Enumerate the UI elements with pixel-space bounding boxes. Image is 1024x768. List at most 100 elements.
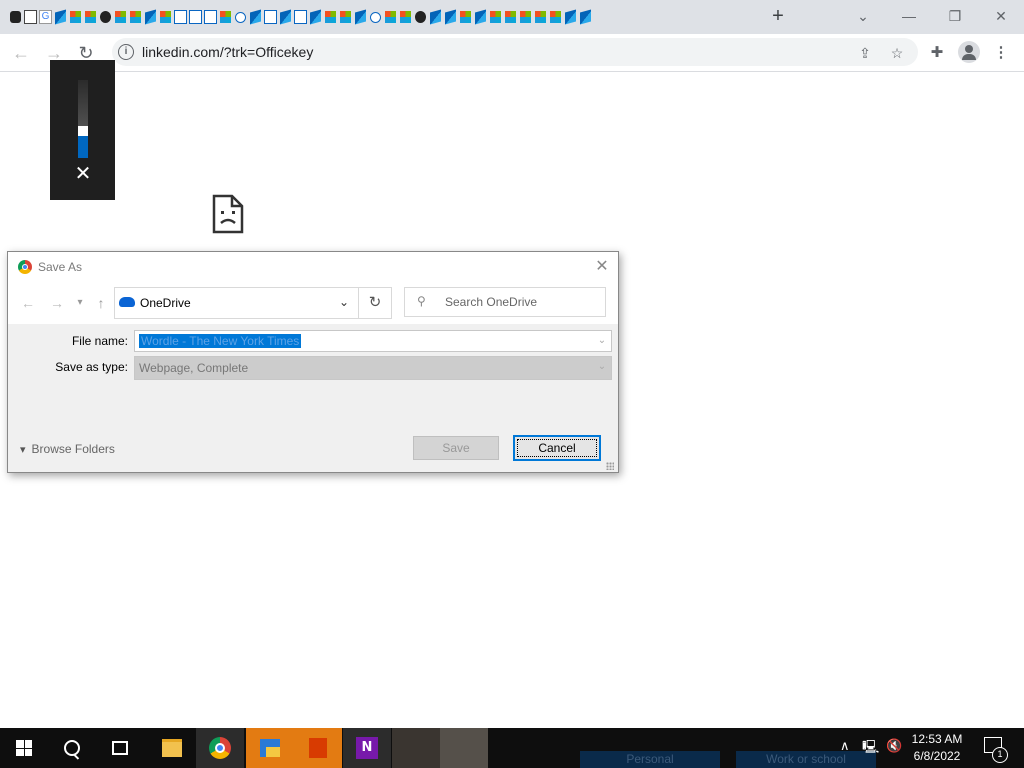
tab-favicon[interactable]: [563, 9, 578, 25]
profile-icon[interactable]: [958, 41, 980, 63]
tab-favicon[interactable]: [113, 9, 128, 25]
forward-arrow-icon[interactable]: →: [47, 293, 67, 313]
save-type-value[interactable]: Webpage, Complete: [139, 361, 248, 375]
tab-favicon[interactable]: [578, 9, 593, 25]
menu-icon[interactable]: ⋮: [990, 42, 1012, 64]
taskbar-window-thumb[interactable]: [392, 728, 440, 768]
share-icon[interactable]: ⇪: [854, 42, 876, 64]
tab-favicon[interactable]: [248, 9, 263, 25]
tab-favicon[interactable]: [23, 9, 38, 25]
volume-muted-icon[interactable]: 🔇: [886, 738, 902, 754]
cancel-button[interactable]: Cancel: [513, 435, 601, 461]
recent-locations-icon[interactable]: ▾: [70, 293, 90, 313]
clock[interactable]: 12:53 AM 6/8/2022: [905, 731, 969, 765]
tab-favicon[interactable]: [308, 9, 323, 25]
site-info-icon[interactable]: i: [118, 44, 134, 60]
tab-favicon[interactable]: [428, 9, 443, 25]
tab-favicon[interactable]: [98, 9, 113, 25]
tab-favicon[interactable]: [533, 9, 548, 25]
close-window-button[interactable]: ✕: [986, 4, 1016, 28]
refresh-icon[interactable]: ↻: [358, 287, 392, 319]
browse-folders-toggle[interactable]: ▾ Browse Folders: [20, 442, 115, 456]
tab-favicon[interactable]: [458, 9, 473, 25]
volume-thumb[interactable]: [78, 126, 88, 136]
tab-favicon[interactable]: [218, 9, 233, 25]
tab-favicon[interactable]: [128, 9, 143, 25]
minimize-button[interactable]: —: [894, 4, 924, 28]
tab-favicon[interactable]: [188, 9, 203, 25]
show-hidden-icons[interactable]: ∧: [840, 738, 850, 754]
sad-file-icon: [212, 194, 244, 234]
save-type-select[interactable]: Webpage, Complete ⌄: [134, 356, 612, 380]
volume-slider[interactable]: [78, 80, 88, 158]
extensions-icon[interactable]: ✚: [926, 42, 948, 64]
resize-grip[interactable]: [606, 462, 614, 470]
dialog-close-icon[interactable]: ✕: [592, 257, 612, 277]
tab-favicon[interactable]: [368, 9, 383, 25]
tab-favicon[interactable]: [443, 9, 458, 25]
cancel-button-label: Cancel: [517, 439, 597, 457]
task-view-button[interactable]: [96, 728, 144, 768]
tab-favicon[interactable]: [53, 9, 68, 25]
file-name-value[interactable]: Wordle - The New York Times: [139, 334, 302, 348]
chevron-down-icon[interactable]: ⌄: [334, 292, 354, 312]
tab-favicon[interactable]: [548, 9, 563, 25]
up-arrow-icon[interactable]: ↑: [91, 293, 111, 313]
restore-button[interactable]: ❐: [940, 4, 970, 28]
tab-favicon[interactable]: [203, 9, 218, 25]
location-bar[interactable]: OneDrive ⌄: [114, 287, 361, 319]
taskbar-search-button[interactable]: [48, 728, 96, 768]
tab-favicon[interactable]: [158, 9, 173, 25]
clock-date: 6/8/2022: [913, 749, 961, 763]
onenote-taskbar-button[interactable]: N: [343, 728, 391, 768]
tab-favicon[interactable]: [518, 9, 533, 25]
back-arrow-icon[interactable]: ←: [18, 293, 38, 313]
search-input[interactable]: ⚲ Search OneDrive: [404, 287, 606, 317]
taskbar-window-thumb[interactable]: [440, 728, 488, 768]
tab-favicon[interactable]: [8, 9, 23, 25]
tab-favicon[interactable]: [83, 9, 98, 25]
close-icon[interactable]: ✕: [74, 164, 92, 184]
tab-favicon[interactable]: [488, 9, 503, 25]
volume-flyout: ✕: [50, 60, 115, 200]
onedrive-taskbar-button[interactable]: [246, 728, 294, 768]
tab-favicon[interactable]: [323, 9, 338, 25]
tab-favicon[interactable]: G: [38, 9, 53, 25]
url-text[interactable]: linkedin.com/?trk=Officekey: [142, 44, 313, 60]
chevron-down-icon[interactable]: ⌄: [595, 333, 609, 349]
clock-time: 12:53 AM: [911, 732, 963, 746]
tab-favicon[interactable]: [503, 9, 518, 25]
location-text[interactable]: OneDrive: [140, 296, 191, 310]
network-icon[interactable]: 🖳: [862, 738, 879, 760]
chrome-taskbar-button[interactable]: [196, 728, 244, 768]
tab-favicon[interactable]: [278, 9, 293, 25]
tab-favicon[interactable]: [263, 9, 278, 25]
tab-favicon[interactable]: [383, 9, 398, 25]
tab-search-button[interactable]: ⌄: [848, 4, 878, 28]
tab-favicon[interactable]: [173, 9, 188, 25]
chevron-down-icon: ▾: [20, 444, 26, 456]
new-tab-button[interactable]: +: [768, 5, 788, 27]
tab-favicon[interactable]: [473, 9, 488, 25]
tab-favicon[interactable]: [293, 9, 308, 25]
tab-favicon[interactable]: [353, 9, 368, 25]
chevron-down-icon[interactable]: ⌄: [595, 359, 609, 375]
search-placeholder[interactable]: Search OneDrive: [445, 295, 537, 309]
tab-favicon[interactable]: [413, 9, 428, 25]
tab-favicon[interactable]: [68, 9, 83, 25]
file-explorer-button[interactable]: [148, 728, 196, 768]
browser-toolbar: ← → ↻ i linkedin.com/?trk=Officekey ⇪ ☆ …: [0, 34, 1024, 72]
save-button[interactable]: Save: [413, 436, 499, 460]
address-bar[interactable]: i linkedin.com/?trk=Officekey ⇪ ☆: [112, 38, 918, 66]
tab-favicon[interactable]: [338, 9, 353, 25]
start-button[interactable]: [0, 728, 48, 768]
tab-favicon[interactable]: [143, 9, 158, 25]
tab-favicon[interactable]: [233, 9, 248, 25]
file-name-field[interactable]: Wordle - The New York Times ⌄: [134, 330, 612, 352]
office-taskbar-button[interactable]: [294, 728, 342, 768]
notification-count: 1: [992, 747, 1008, 763]
star-icon[interactable]: ☆: [886, 42, 908, 64]
dialog-title-bar: Save As ✕: [8, 252, 618, 282]
back-arrow-icon[interactable]: ←: [8, 40, 34, 66]
tab-favicon[interactable]: [398, 9, 413, 25]
